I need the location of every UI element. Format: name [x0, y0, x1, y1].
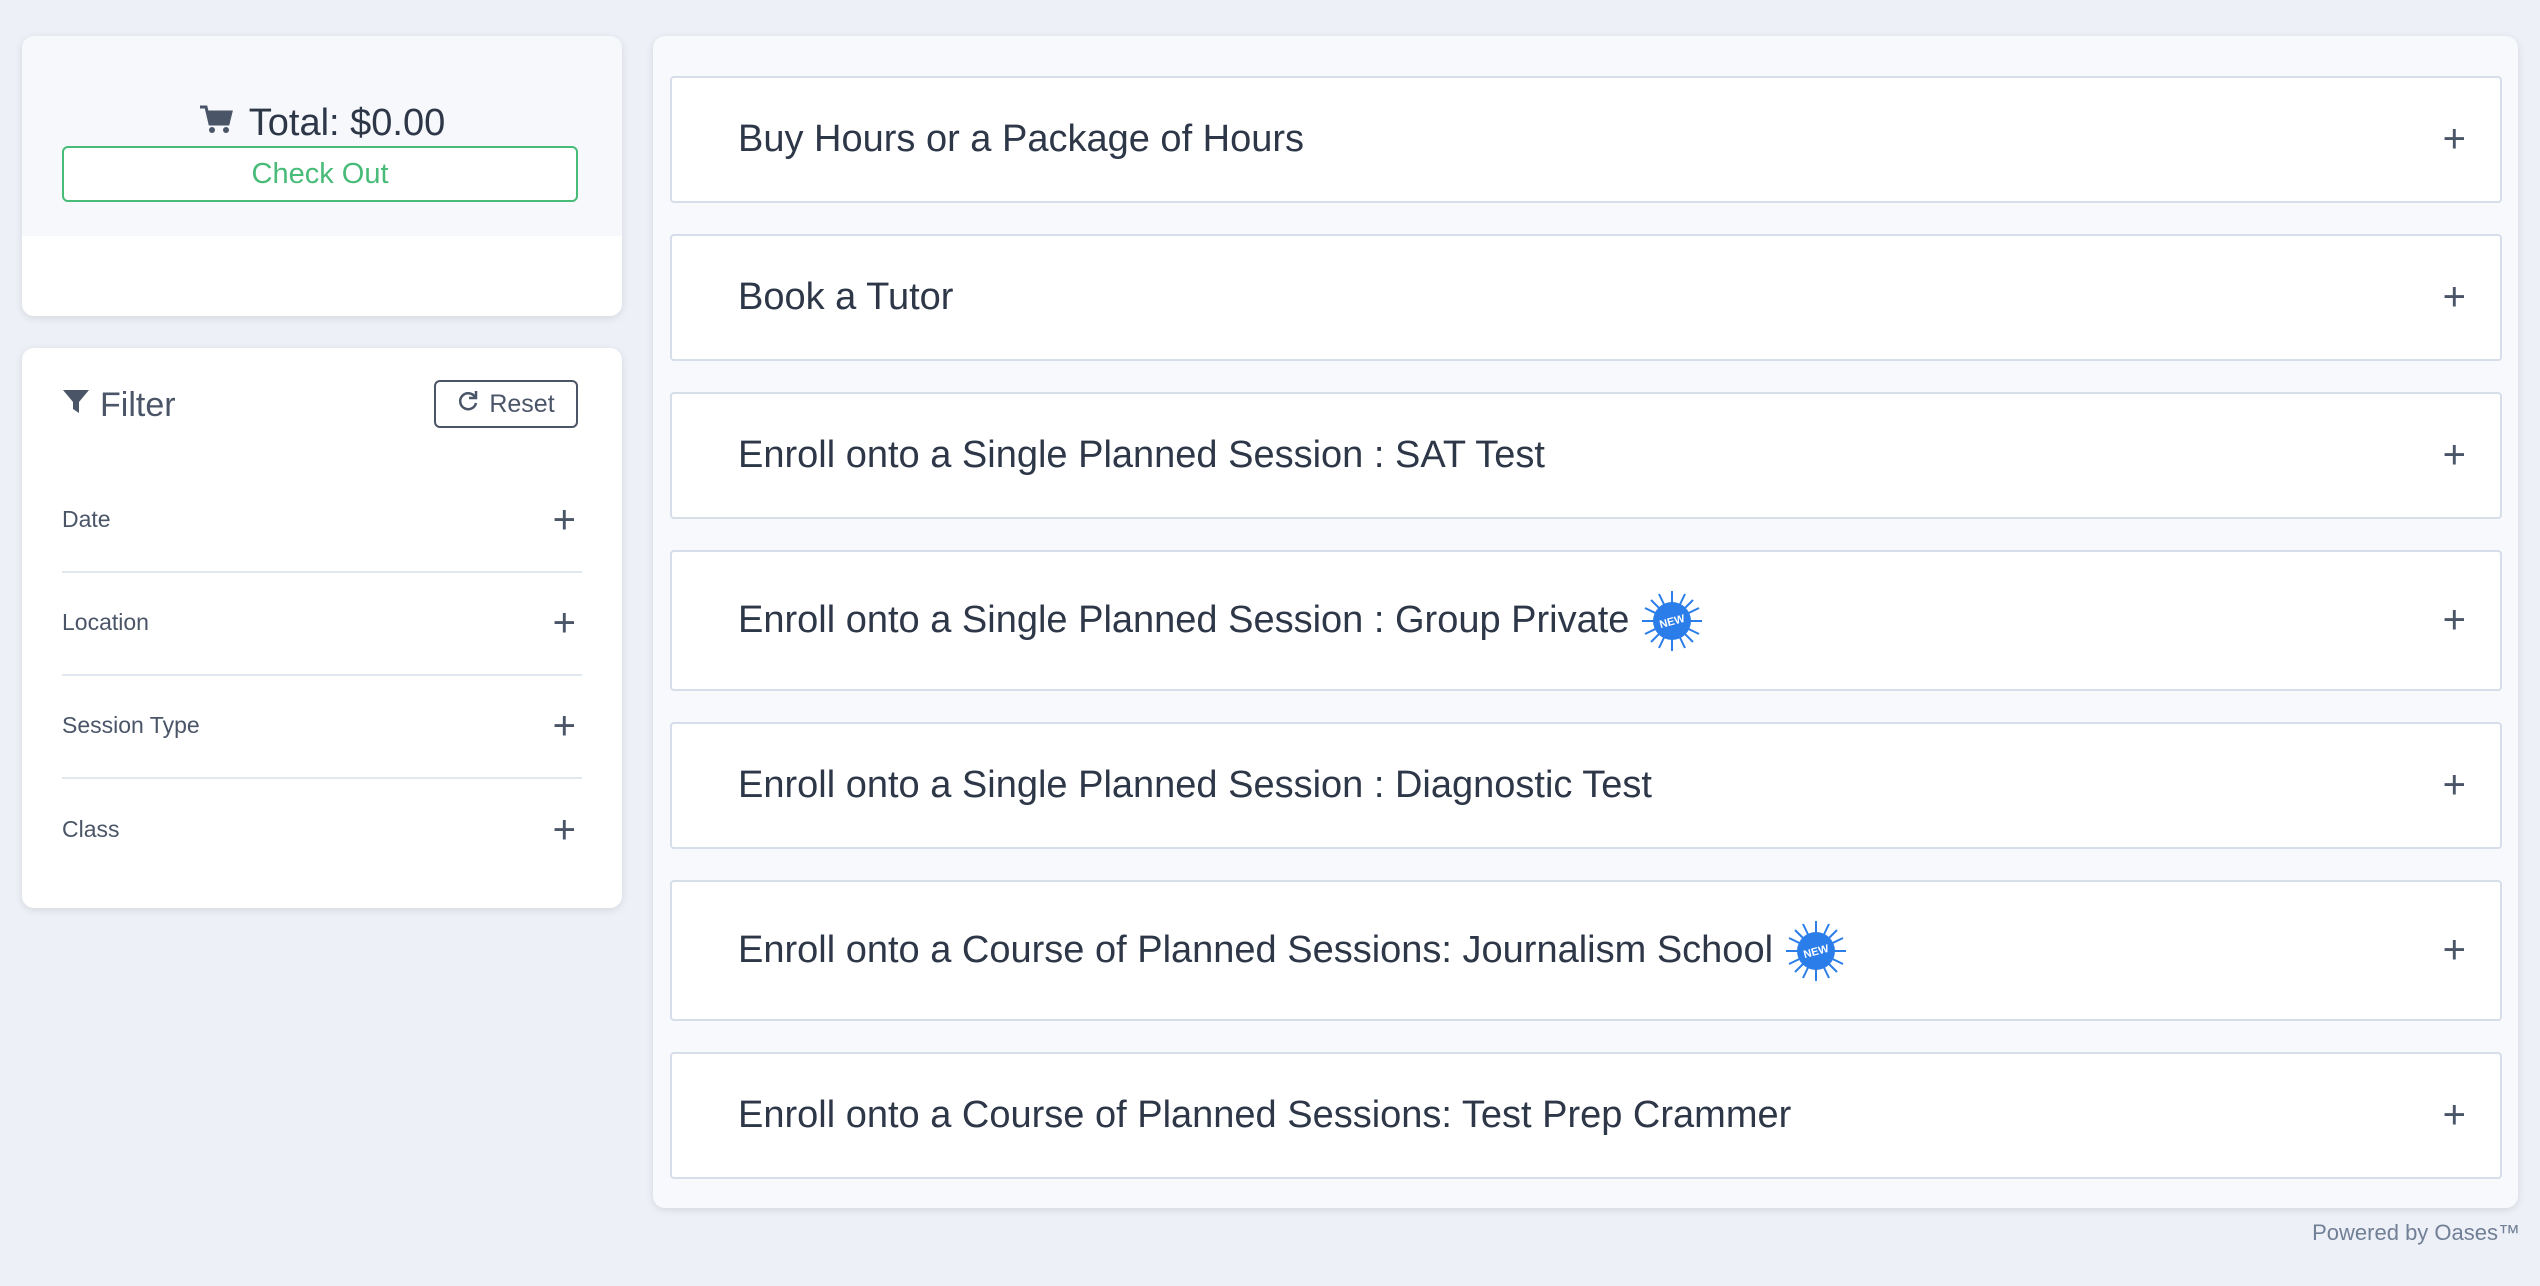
new-badge-icon: NEW — [1786, 920, 1847, 981]
plus-icon: + — [552, 600, 576, 645]
plus-icon: + — [2442, 433, 2466, 477]
accordion-title: Enroll onto a Single Planned Session : S… — [738, 434, 1545, 476]
filter-section-date[interactable]: Date + — [62, 468, 582, 573]
plus-icon: + — [552, 497, 576, 542]
filter-section-location[interactable]: Location + — [62, 571, 582, 676]
refresh-icon — [457, 390, 479, 419]
accordion-title: Book a Tutor — [738, 276, 954, 318]
plus-icon: + — [2442, 117, 2466, 161]
filter-title: Filter — [100, 386, 176, 424]
accordion-test-prep-crammer[interactable]: Enroll onto a Course of Planned Sessions… — [670, 1052, 2502, 1179]
new-badge-icon: NEW — [1642, 590, 1703, 651]
offerings-panel: Buy Hours or a Package of Hours + Book a… — [653, 36, 2518, 1208]
plus-icon: + — [2442, 1093, 2466, 1137]
accordion-title: Buy Hours or a Package of Hours — [738, 118, 1305, 160]
filter-section-label: Class — [62, 816, 120, 842]
plus-icon: + — [552, 703, 576, 748]
accordion-group-private[interactable]: Enroll onto a Single Planned Session : G… — [670, 550, 2502, 691]
checkout-button[interactable]: Check Out — [62, 146, 578, 202]
accordion-journalism-school[interactable]: Enroll onto a Course of Planned Sessions… — [670, 880, 2502, 1021]
filter-card: Filter Reset Date + Location + Session T… — [22, 348, 622, 908]
cart-total: Total: $0.00 — [22, 102, 622, 145]
accordion-title: Enroll onto a Course of Planned Sessions… — [738, 1094, 1792, 1136]
filter-section-label: Session Type — [62, 712, 200, 738]
filter-section-session-type[interactable]: Session Type + — [62, 674, 582, 779]
accordion-title: Enroll onto a Single Planned Session : G… — [738, 599, 1630, 641]
plus-icon: + — [552, 807, 576, 852]
reset-button[interactable]: Reset — [434, 380, 578, 428]
accordion-title: Enroll onto a Course of Planned Sessions… — [738, 929, 1774, 971]
accordion-buy-hours[interactable]: Buy Hours or a Package of Hours + — [670, 76, 2502, 203]
plus-icon: + — [2442, 598, 2466, 642]
filter-section-class[interactable]: Class + — [62, 778, 582, 881]
accordion-sat-test[interactable]: Enroll onto a Single Planned Session : S… — [670, 392, 2502, 519]
reset-label: Reset — [489, 389, 555, 418]
plus-icon: + — [2442, 763, 2466, 807]
filter-section-label: Date — [62, 506, 111, 532]
total-label: Total: $0.00 — [248, 102, 446, 144]
accordion-diagnostic-test[interactable]: Enroll onto a Single Planned Session : D… — [670, 722, 2502, 849]
cart-summary-card: Total: $0.00 Check Out — [22, 36, 622, 316]
accordion-book-tutor[interactable]: Book a Tutor + — [670, 234, 2502, 361]
cart-icon — [199, 102, 233, 145]
filter-section-label: Location — [62, 609, 149, 635]
accordion-title: Enroll onto a Single Planned Session : D… — [738, 764, 1652, 806]
plus-icon: + — [2442, 928, 2466, 972]
plus-icon: + — [2442, 275, 2466, 319]
powered-by-footer: Powered by Oases™ — [2312, 1220, 2520, 1245]
filter-heading: Filter — [62, 386, 176, 425]
funnel-icon — [62, 386, 90, 425]
